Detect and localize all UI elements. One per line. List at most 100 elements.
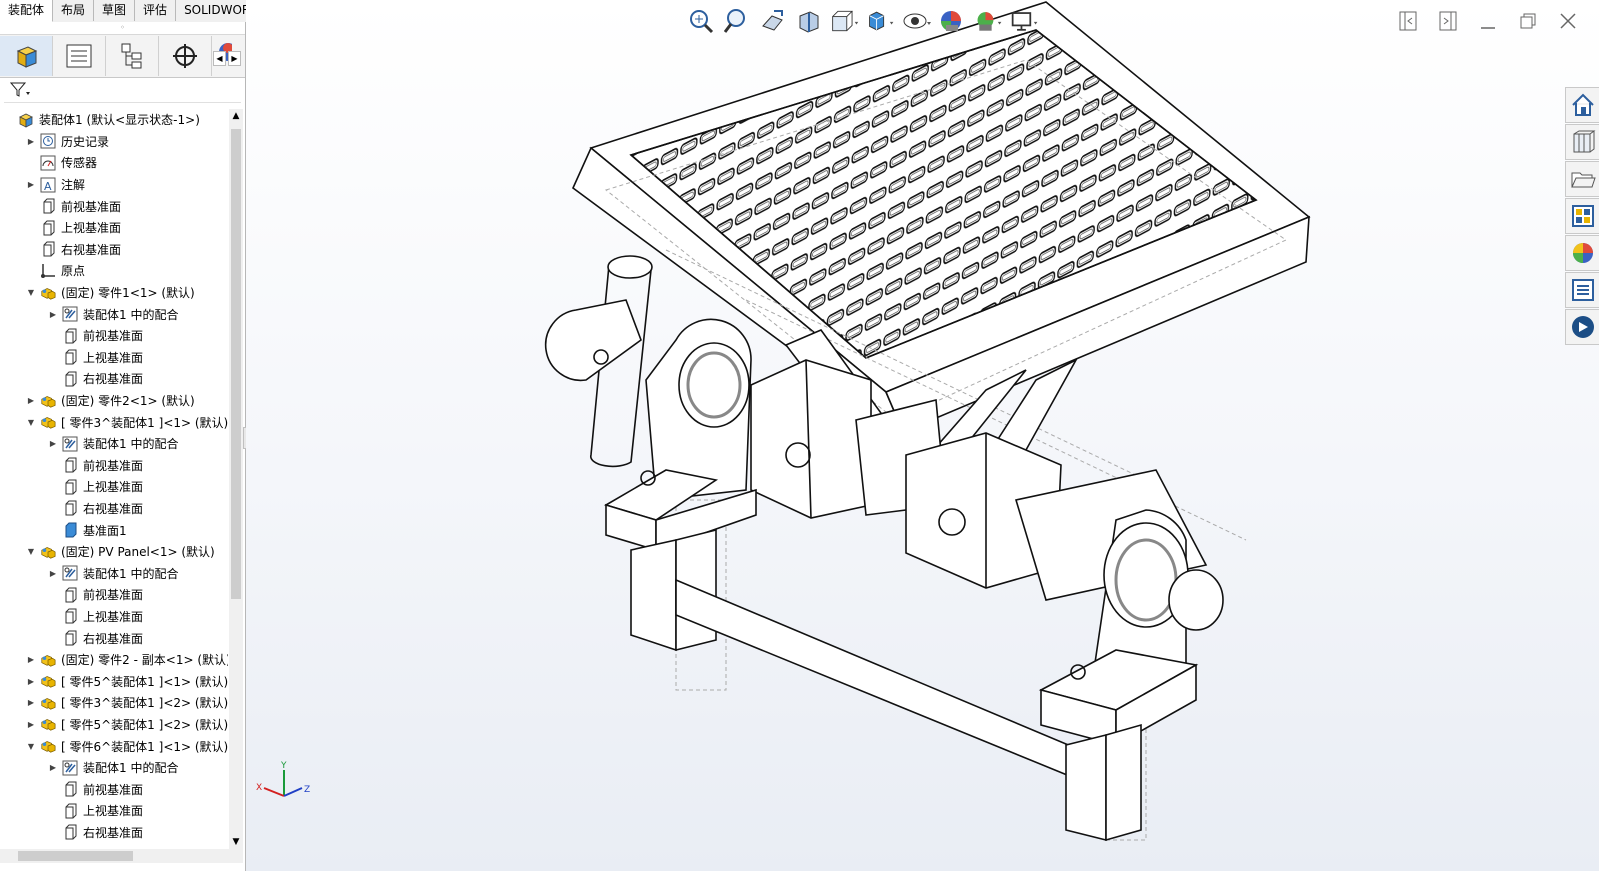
- tree-item[interactable]: 上视基准面: [0, 606, 228, 628]
- tree-item[interactable]: 基准面1: [0, 519, 228, 541]
- tab-0[interactable]: 装配体: [0, 0, 54, 22]
- tree-item-label: 右视基准面: [83, 825, 144, 840]
- solidworks-forum-tab[interactable]: [1565, 309, 1599, 345]
- tree-vertical-scrollbar[interactable]: ▲ ▼: [229, 109, 243, 849]
- expand-arrow-icon[interactable]: ▶: [26, 720, 36, 729]
- file-explorer-tab[interactable]: [1565, 161, 1599, 197]
- view-palette-tab[interactable]: [1565, 198, 1599, 234]
- tree-item[interactable]: ▶ [ 零件5^装配体1 ]<2> (默认): [0, 714, 228, 736]
- scroll-up-arrow[interactable]: ▲: [229, 109, 243, 123]
- tree-item[interactable]: 右视基准面: [0, 368, 228, 390]
- restore-button[interactable]: [1517, 10, 1539, 32]
- tree-item-label: 前视基准面: [83, 329, 144, 344]
- tree-item[interactable]: 上视基准面: [0, 347, 228, 369]
- tree-item-label: 右视基准面: [83, 501, 144, 516]
- expand-arrow-icon[interactable]: ▶: [48, 763, 58, 772]
- expand-arrow-icon[interactable]: ▶: [26, 677, 36, 686]
- tree-item[interactable]: 上视基准面: [0, 800, 228, 822]
- tab-1[interactable]: 布局: [53, 0, 95, 21]
- x-axis-line: [263, 787, 285, 797]
- section-view-button[interactable]: [794, 6, 824, 36]
- scroll-down-arrow[interactable]: ▼: [229, 835, 243, 849]
- tree-item[interactable]: 前视基准面: [0, 778, 228, 800]
- tree-item[interactable]: ▶ (固定) 零件2 - 副本<1> (默认): [0, 649, 228, 671]
- scroll-thumb[interactable]: [231, 129, 241, 599]
- tree-item[interactable]: 前视基准面: [0, 584, 228, 606]
- view-orientation-button[interactable]: [830, 6, 860, 36]
- collapse-arrow-icon[interactable]: ▼: [26, 742, 36, 751]
- apply-scene-button[interactable]: [974, 6, 1004, 36]
- tree-item[interactable]: 装配体1 (默认<显示状态-1>): [0, 109, 228, 131]
- tree-item[interactable]: ▶ [ 零件5^装配体1 ]<1> (默认): [0, 670, 228, 692]
- tree-item[interactable]: ▼ (固定) PV Panel<1> (默认): [0, 541, 228, 563]
- graphics-area[interactable]: Y X Z: [246, 0, 1599, 871]
- edit-appearance-button[interactable]: [938, 6, 968, 36]
- property-manager-tab[interactable]: [53, 36, 106, 76]
- solidworks-resources-tab[interactable]: [1565, 87, 1599, 123]
- custom-properties-tab[interactable]: [1565, 272, 1599, 308]
- tree-item[interactable]: 传感器: [0, 152, 228, 174]
- tab-scroll-left-button[interactable]: ◀: [213, 51, 226, 66]
- tree-item[interactable]: 前视基准面: [0, 325, 228, 347]
- tree-item[interactable]: ▶ 装配体1 中的配合: [0, 303, 228, 325]
- tree-item[interactable]: 右视基准面: [0, 822, 228, 844]
- tree-item[interactable]: ▼ [ 零件3^装配体1 ]<1> (默认): [0, 411, 228, 433]
- tree-item[interactable]: ▶ [ 零件3^装配体1 ]<2> (默认): [0, 692, 228, 714]
- configuration-manager-tab[interactable]: [106, 36, 159, 76]
- design-library-tab[interactable]: [1565, 124, 1599, 160]
- expand-arrow-icon[interactable]: ▶: [26, 180, 36, 189]
- tree-item[interactable]: ▶ A 注解: [0, 174, 228, 196]
- collapse-arrow-icon[interactable]: ▼: [26, 418, 36, 427]
- feature-manager-tab[interactable]: [0, 36, 53, 76]
- expand-arrow-icon[interactable]: ▶: [26, 655, 36, 664]
- tree-item[interactable]: ▶ 装配体1 中的配合: [0, 757, 228, 779]
- tree-item[interactable]: 右视基准面: [0, 627, 228, 649]
- tree-item[interactable]: 右视基准面: [0, 239, 228, 261]
- tree-item[interactable]: 原点: [0, 260, 228, 282]
- expand-arrow-icon[interactable]: ▶: [26, 698, 36, 707]
- tree-item[interactable]: ▶ 装配体1 中的配合: [0, 562, 228, 584]
- minimize-button[interactable]: [1477, 10, 1499, 32]
- tree-item[interactable]: ▼ [ 零件6^装配体1 ]<1> (默认): [0, 735, 228, 757]
- expand-arrow-icon[interactable]: ▶: [26, 137, 36, 146]
- tree-item[interactable]: 上视基准面: [0, 217, 228, 239]
- tile-right-button[interactable]: [1437, 10, 1459, 32]
- tile-left-button[interactable]: [1397, 10, 1419, 32]
- tree-item[interactable]: ▼ (固定) 零件1<1> (默认): [0, 282, 228, 304]
- display-style-button[interactable]: [866, 6, 896, 36]
- crosshair-icon: [173, 44, 197, 68]
- view-settings-button[interactable]: [1010, 6, 1040, 36]
- expand-arrow-icon[interactable]: ▶: [48, 310, 58, 319]
- tree-horizontal-scrollbar[interactable]: [0, 849, 243, 863]
- collapse-arrow-icon[interactable]: ▼: [26, 547, 36, 556]
- tree-item[interactable]: ▶ 装配体1 中的配合: [0, 433, 228, 455]
- tree-item[interactable]: 前视基准面: [0, 455, 228, 477]
- appearances-tab[interactable]: [1565, 235, 1599, 271]
- tab-2[interactable]: 草图: [94, 0, 136, 21]
- previous-view-button[interactable]: [758, 6, 788, 36]
- zoom-to-fit-button[interactable]: [686, 6, 716, 36]
- expand-arrow-icon[interactable]: ▶: [48, 439, 58, 448]
- tree-item-label: 注解: [61, 178, 86, 193]
- collapse-arrow-icon[interactable]: ▼: [26, 288, 36, 297]
- tree-item[interactable]: ▶ 历史记录: [0, 131, 228, 153]
- tree-item-label: [ 零件5^装配体1 ]<1> (默认): [61, 674, 228, 689]
- expand-arrow-icon[interactable]: ▶: [48, 569, 58, 578]
- h-scroll-thumb[interactable]: [18, 851, 133, 861]
- tree-item-label: (固定) 零件2<1> (默认): [61, 394, 195, 409]
- panel-grip[interactable]: ◦: [0, 22, 245, 35]
- tree-item[interactable]: 右视基准面: [0, 498, 228, 520]
- tab-scroll-right-button[interactable]: ▶: [228, 51, 241, 66]
- tab-3[interactable]: 评估: [135, 0, 177, 21]
- tree-item[interactable]: ▶ (固定) 零件2<1> (默认): [0, 390, 228, 412]
- tree-item[interactable]: 前视基准面: [0, 195, 228, 217]
- close-button[interactable]: [1557, 10, 1579, 32]
- hide-show-items-button[interactable]: [902, 6, 932, 36]
- part-icon: [40, 695, 56, 711]
- filter-icon[interactable]: [10, 82, 32, 98]
- plane-icon: [40, 241, 56, 257]
- zoom-to-area-button[interactable]: [722, 6, 752, 36]
- dimxpert-tab[interactable]: [159, 36, 212, 76]
- tree-item[interactable]: 上视基准面: [0, 476, 228, 498]
- expand-arrow-icon[interactable]: ▶: [26, 396, 36, 405]
